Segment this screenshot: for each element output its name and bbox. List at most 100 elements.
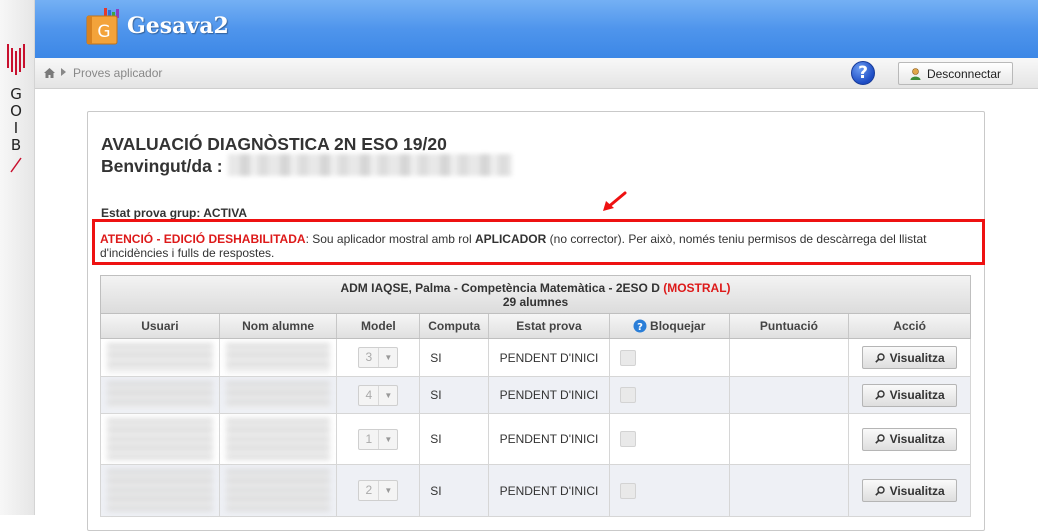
cell-nom xyxy=(220,377,338,413)
visualitza-button[interactable]: Visualitza xyxy=(862,479,958,502)
help-icon[interactable]: ? xyxy=(851,61,875,85)
cell-estat: PENDENT D'INICI xyxy=(489,339,610,376)
table-caption-title: ADM IAQSE, Palma - Competència Matemàtic… xyxy=(340,281,660,295)
magnifier-icon xyxy=(874,485,885,496)
model-select[interactable]: 3 ▼ xyxy=(358,347,399,368)
redacted-user xyxy=(107,469,213,512)
app-title: Gesava2 xyxy=(127,13,229,39)
visualitza-label: Visualitza xyxy=(889,388,945,402)
block-checkbox[interactable] xyxy=(619,482,636,499)
header-accio[interactable]: Acció xyxy=(849,314,970,338)
mostral-tag: (MOSTRAL) xyxy=(663,281,731,295)
redacted-user xyxy=(107,343,213,372)
warning-label: ATENCIÓ - EDICIÓ DESHABILITADA xyxy=(100,232,306,246)
goib-letter: I xyxy=(13,119,19,137)
visualitza-button[interactable]: Visualitza xyxy=(862,383,958,407)
cell-model: 4 ▼ xyxy=(337,377,421,413)
cell-nom xyxy=(220,465,338,516)
cell-puntuacio xyxy=(730,339,850,376)
chevron-down-icon: ▼ xyxy=(384,486,393,495)
block-checkbox[interactable] xyxy=(619,349,636,366)
goib-wordmark: G O I B xyxy=(9,86,23,154)
visualitza-button[interactable]: Visualitza xyxy=(862,427,958,451)
goib-letter: G xyxy=(10,85,22,103)
header-bloquejar-label: Bloquejar xyxy=(650,319,706,333)
warning-text-1: : Sou aplicador mostral amb rol xyxy=(305,232,475,246)
warning-role: APLICADOR xyxy=(474,232,547,246)
header-usuari[interactable]: Usuari xyxy=(101,314,220,338)
cell-accio: Visualitza xyxy=(849,465,970,516)
breadcrumb-current[interactable]: Proves aplicador xyxy=(73,66,162,80)
home-icon[interactable] xyxy=(44,68,55,78)
cell-bloquejar xyxy=(610,339,730,376)
table-row: 4 ▼ SI PENDENT D'INICI Visualitza xyxy=(100,377,971,414)
redacted-name xyxy=(225,381,331,409)
header-puntuacio[interactable]: Puntuació xyxy=(730,314,850,338)
page-title: AVALUACIÓ DIAGNÒSTICA 2N ESO 19/20 xyxy=(101,134,447,154)
block-checkbox[interactable] xyxy=(619,387,636,403)
block-checkbox[interactable] xyxy=(619,431,636,447)
user-icon xyxy=(910,67,921,80)
visualitza-button[interactable]: Visualitza xyxy=(862,346,958,369)
visualitza-label: Visualitza xyxy=(889,432,945,446)
header-bloquejar[interactable]: ? Bloquejar xyxy=(610,314,730,338)
info-icon[interactable]: ? xyxy=(633,319,647,333)
chevron-down-icon: ▼ xyxy=(384,390,393,400)
red-arrow-icon xyxy=(603,191,627,211)
magnifier-icon xyxy=(874,352,885,363)
model-value: 1 xyxy=(359,429,380,449)
visualitza-label: Visualitza xyxy=(889,483,945,498)
cell-bloquejar xyxy=(610,465,730,516)
redacted-name xyxy=(225,469,331,512)
chevron-right-icon xyxy=(61,68,66,76)
visualitza-label: Visualitza xyxy=(889,350,945,365)
magnifier-icon xyxy=(874,434,885,444)
cell-puntuacio xyxy=(730,465,850,516)
cell-computa: SI xyxy=(420,377,490,413)
cell-estat: PENDENT D'INICI xyxy=(489,465,610,516)
cell-accio: Visualitza xyxy=(849,414,970,464)
header-nom-alumne[interactable]: Nom alumne xyxy=(220,314,338,338)
cell-usuari xyxy=(101,414,220,464)
cell-nom xyxy=(220,414,338,464)
cell-computa: SI xyxy=(420,414,490,464)
redacted-username xyxy=(228,154,512,176)
header-model[interactable]: Model xyxy=(337,314,421,338)
header-estat-prova[interactable]: Estat prova xyxy=(489,314,610,338)
cell-usuari xyxy=(101,339,220,376)
cell-model: 1 ▼ xyxy=(337,414,421,464)
chevron-down-icon: ▼ xyxy=(384,434,393,444)
goib-logo-icon xyxy=(7,44,25,75)
breadcrumb: Proves aplicador ? Desconnectar xyxy=(35,58,1038,89)
redacted-name xyxy=(225,418,331,460)
table-header: Usuari Nom alumne Model Computa Estat pr… xyxy=(100,313,971,339)
cell-usuari xyxy=(101,377,220,413)
student-count: 29 alumnes xyxy=(502,295,569,309)
magnifier-icon xyxy=(874,390,885,400)
model-select[interactable]: 4 ▼ xyxy=(358,384,399,406)
logout-button[interactable]: Desconnectar xyxy=(898,62,1013,85)
cell-accio: Visualitza xyxy=(849,377,970,413)
model-select[interactable]: 1 ▼ xyxy=(358,428,399,450)
welcome-label: Benvingut/da : xyxy=(101,156,223,176)
cell-estat: PENDENT D'INICI xyxy=(489,414,610,464)
model-value: 2 xyxy=(359,481,380,500)
status-text: Estat prova grup: ACTIVA xyxy=(101,206,248,220)
chevron-down-icon: ▼ xyxy=(384,353,393,362)
header-computa[interactable]: Computa xyxy=(420,314,490,338)
cell-computa: SI xyxy=(420,339,490,376)
gesava-logo-icon: G xyxy=(86,8,119,45)
logout-label: Desconnectar xyxy=(926,66,1002,81)
table-caption: ADM IAQSE, Palma - Competència Matemàtic… xyxy=(100,275,971,313)
cell-model: 3 ▼ xyxy=(337,339,421,376)
redacted-user xyxy=(107,418,213,460)
warning-box: ATENCIÓ - EDICIÓ DESHABILITADA: Sou apli… xyxy=(92,219,985,265)
goib-slash-icon xyxy=(10,157,22,173)
model-select[interactable]: 2 ▼ xyxy=(358,480,399,501)
table-row: 3 ▼ SI PENDENT D'INICI Visualitza xyxy=(100,339,971,377)
cell-accio: Visualitza xyxy=(849,339,970,376)
table-row: 2 ▼ SI PENDENT D'INICI Visualitza xyxy=(100,465,971,517)
redacted-name xyxy=(225,343,331,372)
model-value: 3 xyxy=(359,348,380,367)
svg-text:?: ? xyxy=(637,322,643,333)
